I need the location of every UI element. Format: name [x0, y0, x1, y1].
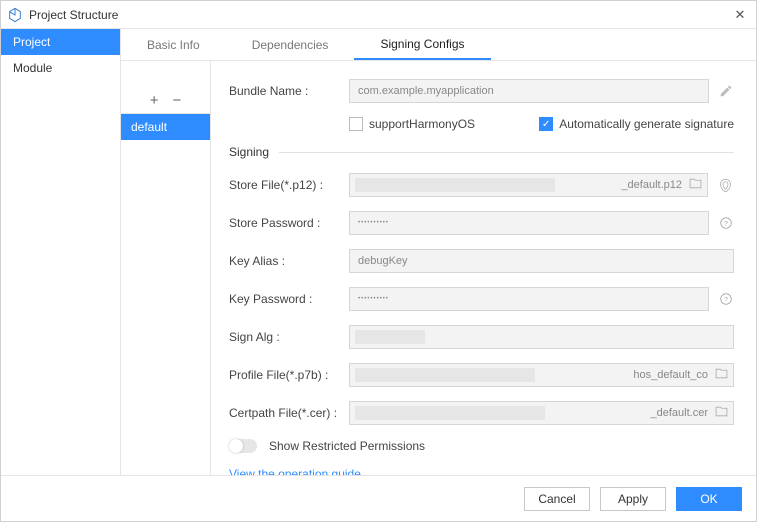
support-harmonyos-checkbox[interactable]: supportHarmonyOS: [349, 117, 475, 131]
project-structure-dialog: Project Structure ✕ Project Module Basic…: [0, 0, 757, 522]
fingerprint-icon[interactable]: [716, 178, 734, 193]
store-file-label: Store File(*.p12) :: [229, 178, 349, 192]
sign-alg-label: Sign Alg :: [229, 330, 349, 344]
app-logo-icon: [7, 7, 23, 23]
support-harmonyos-label: supportHarmonyOS: [369, 117, 475, 131]
dialog-footer: Cancel Apply OK: [1, 475, 756, 521]
store-file-row: Store File(*.p12) : _default.p12: [229, 173, 734, 197]
key-password-input[interactable]: [349, 287, 709, 311]
tab-signing-configs[interactable]: Signing Configs: [354, 29, 490, 60]
store-file-suffix: _default.p12: [621, 173, 682, 197]
operation-guide-link[interactable]: View the operation guide: [229, 467, 361, 475]
key-alias-row: Key Alias :: [229, 249, 734, 273]
profile-file-suffix: hos_default_co: [633, 363, 708, 387]
config-form: Bundle Name : s: [211, 61, 756, 475]
left-nav: Project Module: [1, 29, 121, 475]
folder-icon[interactable]: [689, 177, 702, 193]
close-button[interactable]: ✕: [730, 7, 750, 23]
show-restricted-row: Show Restricted Permissions: [229, 439, 734, 453]
signing-section-header: Signing: [229, 145, 734, 159]
cancel-button[interactable]: Cancel: [524, 487, 590, 511]
certpath-file-suffix: _default.cer: [651, 401, 708, 425]
key-alias-label: Key Alias :: [229, 254, 349, 268]
remove-config-button[interactable]: −: [173, 93, 182, 108]
key-alias-input[interactable]: [349, 249, 734, 273]
dialog-body: Project Module Basic Info Dependencies S…: [1, 29, 756, 475]
checkbox-checked-icon: ✓: [539, 117, 553, 131]
folder-icon[interactable]: [715, 405, 728, 421]
ok-button[interactable]: OK: [676, 487, 742, 511]
store-password-input[interactable]: [349, 211, 709, 235]
help-icon[interactable]: ?: [717, 292, 734, 306]
nav-item-project[interactable]: Project: [1, 29, 120, 55]
tab-dependencies[interactable]: Dependencies: [226, 29, 355, 60]
bundle-options-row: supportHarmonyOS ✓ Automatically generat…: [229, 117, 734, 131]
tabs: Basic Info Dependencies Signing Configs: [121, 29, 756, 61]
redacted-path: [355, 178, 555, 192]
config-entry-default[interactable]: default: [121, 114, 210, 140]
bundle-name-row: Bundle Name :: [229, 79, 734, 103]
window-title: Project Structure: [29, 8, 730, 22]
svg-text:?: ?: [724, 220, 728, 227]
redacted-path: [355, 368, 535, 382]
tab-basic-info[interactable]: Basic Info: [121, 29, 226, 60]
toggle-knob: [229, 439, 243, 453]
checkbox-unchecked-icon: [349, 117, 363, 131]
edit-bundle-icon[interactable]: [717, 84, 734, 98]
auto-generate-signature-checkbox[interactable]: ✓ Automatically generate signature: [539, 117, 734, 131]
add-config-button[interactable]: +: [150, 93, 159, 108]
profile-file-row: Profile File(*.p7b) : hos_default_co: [229, 363, 734, 387]
store-password-label: Store Password :: [229, 216, 349, 230]
show-restricted-toggle[interactable]: [229, 439, 257, 453]
svg-text:?: ?: [724, 296, 728, 303]
show-restricted-label: Show Restricted Permissions: [269, 439, 425, 453]
title-bar: Project Structure ✕: [1, 1, 756, 29]
help-icon[interactable]: ?: [717, 216, 734, 230]
main-area: Basic Info Dependencies Signing Configs …: [121, 29, 756, 475]
store-password-row: Store Password : ?: [229, 211, 734, 235]
auto-generate-signature-label: Automatically generate signature: [559, 117, 734, 131]
redacted-path: [355, 406, 545, 420]
config-list-column: + − default: [121, 61, 211, 475]
key-password-row: Key Password : ?: [229, 287, 734, 311]
bundle-name-input[interactable]: [349, 79, 709, 103]
bundle-name-label: Bundle Name :: [229, 84, 349, 98]
divider: [279, 152, 734, 153]
certpath-file-row: Certpath File(*.cer) : _default.cer: [229, 401, 734, 425]
redacted-value: [355, 330, 425, 344]
sign-alg-row: Sign Alg :: [229, 325, 734, 349]
add-remove-bar: + −: [121, 88, 210, 114]
apply-button[interactable]: Apply: [600, 487, 666, 511]
nav-item-module[interactable]: Module: [1, 55, 120, 81]
profile-file-label: Profile File(*.p7b) :: [229, 368, 349, 382]
key-password-label: Key Password :: [229, 292, 349, 306]
signing-section-title: Signing: [229, 145, 269, 159]
certpath-file-label: Certpath File(*.cer) :: [229, 406, 349, 420]
folder-icon[interactable]: [715, 367, 728, 383]
